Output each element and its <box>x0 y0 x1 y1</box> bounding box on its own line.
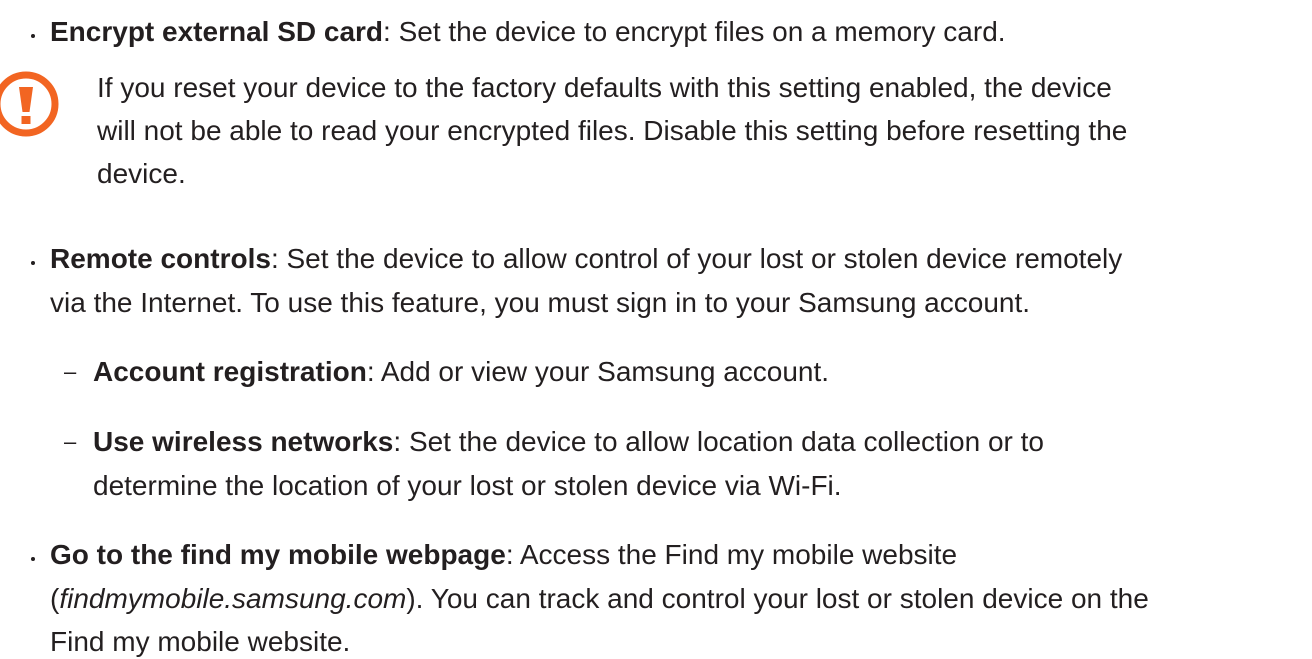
sub-item-use-wireless-networks: Use wireless networks: Set the device to… <box>93 425 1044 459</box>
term-account-registration: Account registration <box>93 356 367 387</box>
separator: : <box>270 243 287 274</box>
description-continued: (findmymobile.samsung.com). You can trac… <box>50 582 1149 616</box>
bullet <box>31 34 35 38</box>
description-continued: via the Internet. To use this feature, y… <box>50 287 1031 318</box>
description: Set the device to allow control of your … <box>286 243 1123 274</box>
separator: : <box>383 16 399 47</box>
description: ). You can track and control your lost o… <box>406 583 1149 614</box>
separator: : <box>393 426 409 457</box>
bullet <box>31 557 35 561</box>
caution-icon <box>0 71 59 137</box>
list-item-remote-controls: Remote controls: Set the device to allow… <box>50 242 1122 276</box>
dash-marker: – <box>64 359 77 384</box>
term-remote-controls: Remote controls <box>50 243 271 274</box>
note-line: If you reset your device to the factory … <box>97 72 1112 103</box>
term-find-my-mobile: Go to the find my mobile webpage <box>50 539 506 570</box>
list-item-find-my-mobile: Go to the find my mobile webpage: Access… <box>50 538 957 572</box>
separator: : <box>505 539 520 570</box>
description: Set the device to allow location data co… <box>408 426 1044 457</box>
note-line: device. <box>97 158 186 189</box>
bullet <box>31 261 35 265</box>
term-use-wireless-networks: Use wireless networks <box>93 426 394 457</box>
description-continued: Find my mobile website. <box>50 626 351 657</box>
separator: : <box>366 356 381 387</box>
website-link[interactable]: findmymobile.samsung.com <box>59 583 406 614</box>
description-continued: determine the location of your lost or s… <box>93 470 842 501</box>
description: Set the device to encrypt files on a mem… <box>398 16 1006 47</box>
description: Access the Find my mobile website <box>519 539 958 570</box>
description: Add or view your Samsung account. <box>380 356 830 387</box>
list-item-encrypt-sd: Encrypt external SD card: Set the device… <box>50 15 1006 49</box>
term-encrypt-sd: Encrypt external SD card <box>50 16 384 47</box>
dash-marker: – <box>64 429 77 454</box>
note-line: will not be able to read your encrypted … <box>97 115 1128 146</box>
paren-open: ( <box>50 583 60 614</box>
sub-item-account-registration: Account registration: Add or view your S… <box>93 355 829 389</box>
